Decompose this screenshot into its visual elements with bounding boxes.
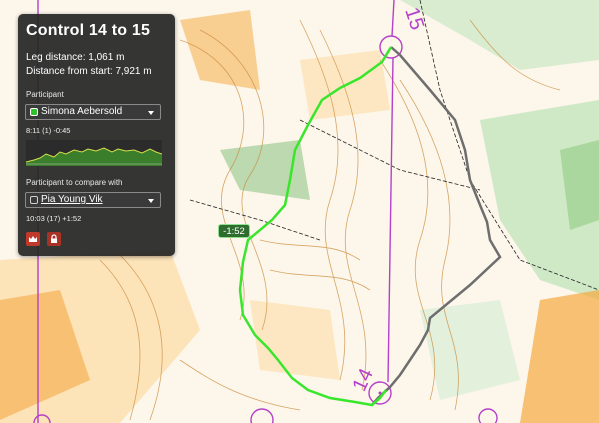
chevron-down-icon — [148, 111, 154, 115]
speed-profile-graph — [26, 140, 162, 166]
lock-button[interactable] — [47, 232, 61, 246]
panel-title: Control 14 to 15 — [26, 22, 151, 39]
time-difference-label: -1:52 — [218, 224, 250, 238]
compare-participant-name: Pia Young Vik — [41, 194, 103, 205]
chevron-down-icon — [148, 199, 154, 203]
crown-button[interactable] — [26, 232, 40, 246]
participant-name: Simona Aebersold — [41, 106, 123, 117]
compare-heading: Participant to compare with — [26, 178, 123, 187]
distance-from-start: Distance from start: 7,921 m — [26, 66, 152, 77]
participant-split: 8:11 (1) -0:45 — [26, 126, 71, 135]
participant-heading: Participant — [26, 90, 64, 99]
compare-color-swatch — [30, 196, 38, 204]
leg-info-panel: Control 14 to 15 Leg distance: 1,061 m D… — [18, 14, 175, 256]
compare-split: 10:03 (17) +1:52 — [26, 214, 82, 223]
participant-select[interactable]: Simona Aebersold — [25, 104, 161, 120]
leg-distance: Leg distance: 1,061 m — [26, 52, 125, 63]
lock-icon — [51, 234, 57, 243]
control-14-marker — [378, 391, 382, 395]
compare-participant-select[interactable]: Pia Young Vik — [25, 192, 161, 208]
participant-color-swatch — [30, 108, 38, 116]
crown-icon — [29, 236, 37, 242]
